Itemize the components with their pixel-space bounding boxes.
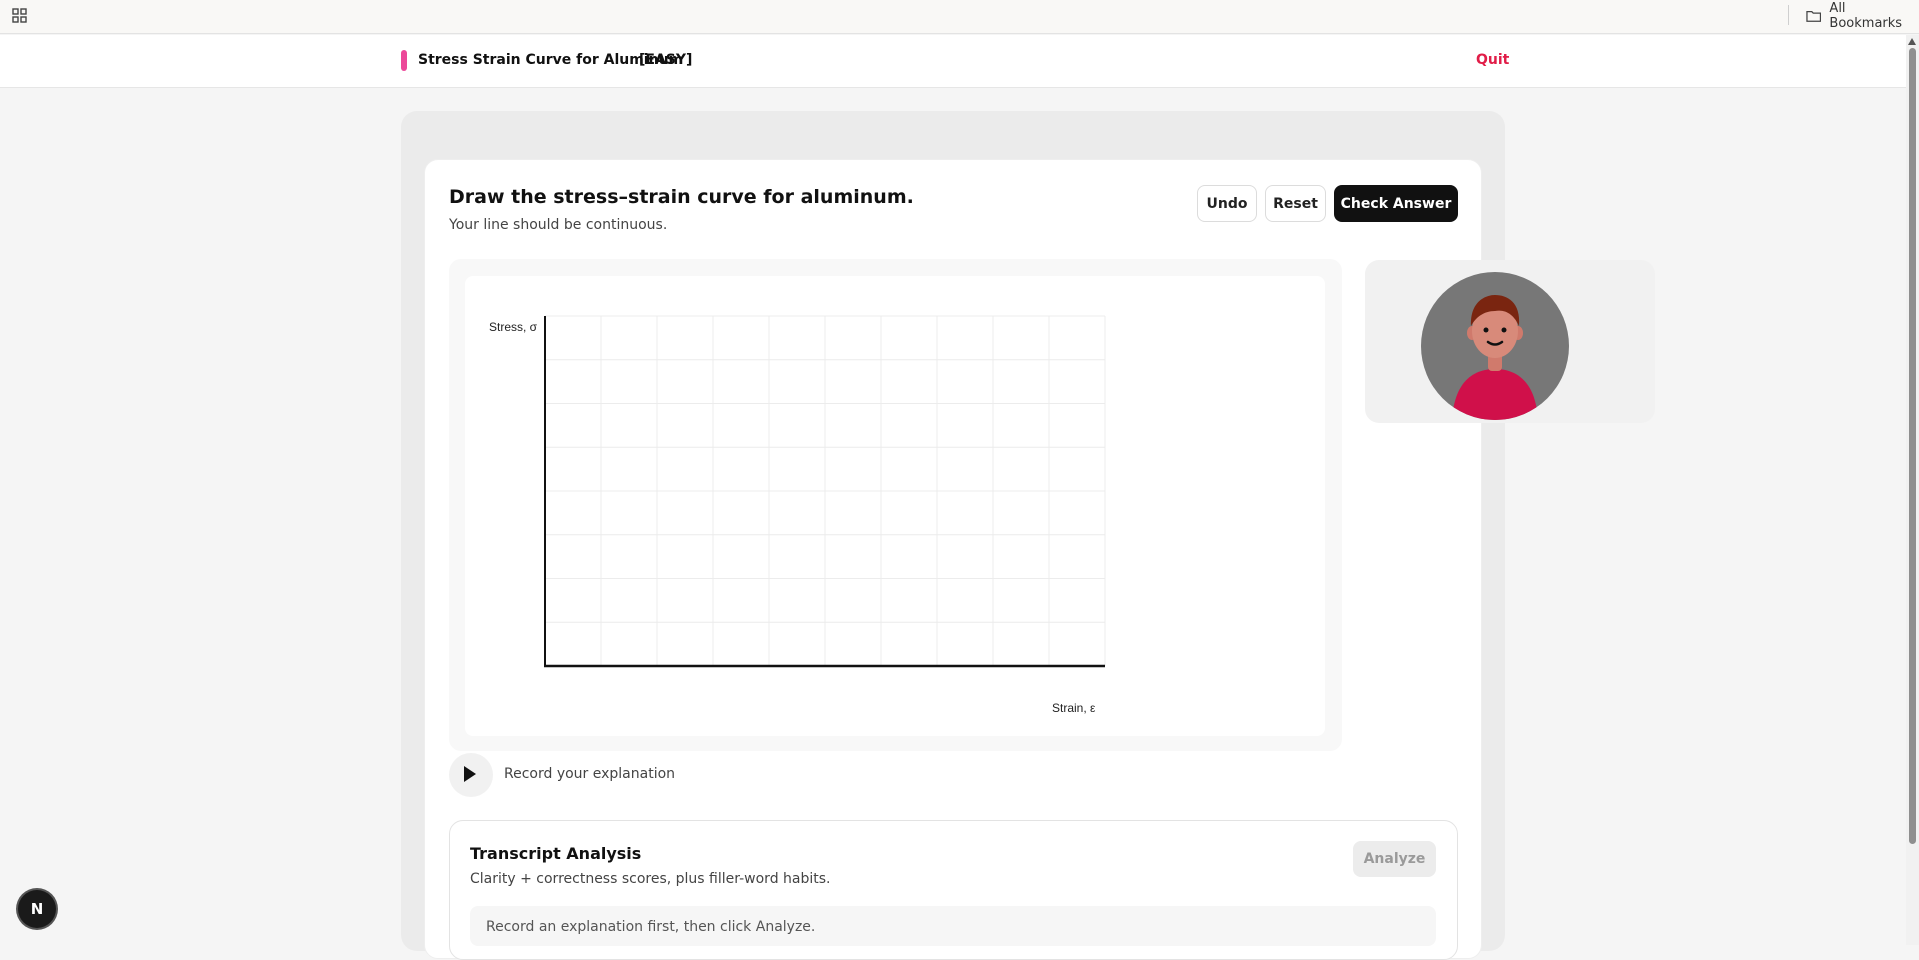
undo-button[interactable]: Undo — [1197, 185, 1257, 222]
difficulty-badge: [EASY] — [639, 52, 693, 68]
apps-grid-icon[interactable] — [12, 7, 28, 23]
record-button[interactable] — [449, 753, 493, 797]
bookmarks-bar: All Bookmarks — [0, 0, 1919, 34]
y-axis-label: Stress, σ — [489, 320, 538, 334]
task-title: Draw the stress–strain curve for aluminu… — [449, 186, 914, 208]
folder-icon — [1806, 11, 1822, 22]
transcript-empty-message: Record an explanation first, then click … — [486, 919, 816, 935]
all-bookmarks-label: All Bookmarks — [1829, 1, 1903, 31]
transcript-title: Transcript Analysis — [470, 844, 642, 863]
task-subtitle: Your line should be continuous. — [449, 217, 668, 233]
check-answer-button[interactable]: Check Answer — [1334, 185, 1458, 222]
quit-button[interactable]: Quit — [1476, 52, 1509, 68]
analyze-button[interactable]: Analyze — [1353, 841, 1436, 877]
tutor-avatar — [1421, 272, 1569, 420]
transcript-subtitle: Clarity + correctness scores, plus fille… — [470, 871, 831, 887]
play-icon — [464, 766, 476, 782]
reset-button[interactable]: Reset — [1265, 185, 1326, 222]
header-accent-bar — [401, 50, 407, 71]
bookmarks-divider — [1788, 5, 1789, 25]
stress-strain-plot[interactable]: Stress, σ Strain, ε — [465, 276, 1325, 736]
n-logo-button[interactable]: N — [18, 890, 56, 928]
all-bookmarks-button[interactable]: All Bookmarks — [1806, 1, 1919, 31]
plot-grid — [545, 315, 1106, 666]
scroll-up-arrow-icon[interactable] — [1908, 38, 1916, 45]
scrollbar-thumb[interactable] — [1909, 48, 1916, 844]
app-header: Stress Strain Curve for Aluminum [EASY] … — [0, 35, 1906, 88]
x-axis-label: Strain, ε — [1052, 701, 1096, 715]
record-label: Record your explanation — [504, 766, 676, 782]
